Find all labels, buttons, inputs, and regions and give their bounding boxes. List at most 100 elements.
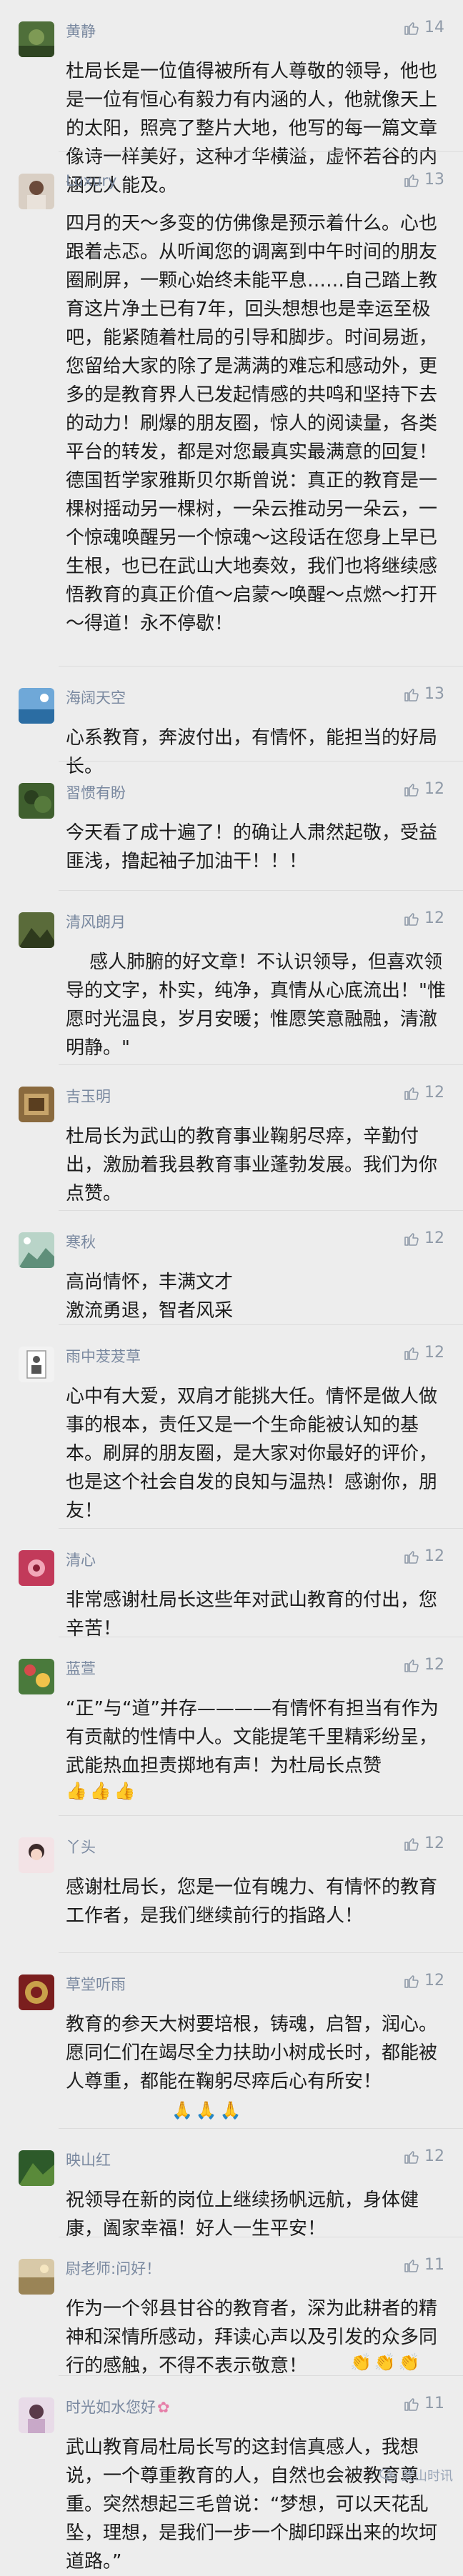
comment-item: Luxury 13 四月的天～多变的仿佛像是预示着什么。心也跟着忐忑。从听闻您的… — [0, 152, 463, 667]
avatar[interactable] — [19, 21, 54, 57]
like-count: 12 — [424, 1547, 444, 1565]
comment-item: 海阔天空 13 心系教育，奔波付出，有情怀，能担当的好局长。 — [0, 667, 463, 777]
like-count: 12 — [424, 909, 444, 927]
comment-item: 清风朗月 12 感人肺腑的好文章！不认识领导，但喜欢领导的文字，朴实，纯净，真情… — [0, 891, 463, 1065]
clapping-emoji-row: 👏 👏 👏 — [350, 2352, 420, 2373]
thumbs-up-icon — [404, 1837, 419, 1851]
avatar[interactable] — [19, 2397, 54, 2433]
comment-text: 祝领导在新的岗位上继续扬帆远航，身体健康，阖家幸福！好人一生平安！ — [66, 2190, 419, 2240]
watermark-text: 武山时讯 — [402, 2469, 453, 2484]
commenter-name[interactable]: 蓝萱 — [66, 1657, 96, 1679]
like-count: 12 — [424, 1972, 444, 1990]
like-button[interactable]: 12 — [403, 1084, 444, 1102]
comment-text: 高尚情怀，丰满文才 激流勇退，智者风采 — [66, 1272, 234, 1322]
praying-hands-icon: 🙏 — [195, 2100, 217, 2120]
comment-text: “正”与“道”并存————有情怀有担当有作为有贡献的性情中人。文能提笔千里精彩纷… — [66, 1698, 439, 1777]
comment-text: 今天看了成十遍了！的确让人肃然起敬，受益匪浅，撸起袖子加油干！！！ — [66, 822, 438, 872]
avatar[interactable] — [19, 783, 54, 819]
avatar[interactable] — [19, 1975, 54, 2010]
like-button[interactable]: 12 — [403, 909, 444, 927]
commenter-name[interactable]: 清心 — [66, 1549, 96, 1570]
like-button[interactable]: 13 — [403, 171, 444, 189]
thumbs-up-icon — [404, 688, 419, 702]
like-button[interactable]: 12 — [403, 1547, 444, 1565]
avatar[interactable] — [19, 2259, 54, 2295]
praying-hands-icon: 🙏 — [219, 2100, 242, 2120]
like-count: 12 — [424, 1834, 444, 1852]
commenter-name[interactable]: 海阔天空 — [66, 687, 126, 708]
comment-item: 寒秋 12 高尚情怀，丰满文才 激流勇退，智者风采 — [0, 1211, 463, 1325]
thumbs-up-icon — [404, 21, 419, 35]
avatar[interactable] — [19, 912, 54, 948]
commenter-name[interactable]: 清风朗月 — [66, 911, 126, 932]
thumbs-up-icon — [404, 1232, 419, 1246]
like-button[interactable]: 12 — [403, 2147, 444, 2165]
like-button[interactable]: 12 — [403, 1656, 444, 1674]
like-count: 12 — [424, 2147, 444, 2165]
like-count: 13 — [424, 685, 444, 703]
commenter-name[interactable]: 草堂听雨 — [66, 1973, 126, 1995]
like-count: 11 — [424, 2256, 444, 2274]
praying-hands-emoji-row: 🙏 🙏 🙏 — [171, 2100, 242, 2121]
like-button[interactable]: 12 — [403, 1834, 444, 1852]
comment-item: 習惯有盼 12 今天看了成十遍了！的确让人肃然起敬，受益匪浅，撸起袖子加油干！！… — [0, 762, 463, 891]
like-count: 12 — [424, 1084, 444, 1102]
avatar[interactable] — [19, 2150, 54, 2186]
like-count: 12 — [424, 780, 444, 798]
comment-item: 吉玉明 12 杜局长为武山的教育事业鞠躬尽瘁，辛勤付出，激励着我县教育事业蓬勃发… — [0, 1065, 463, 1211]
comment-text: 杜局长为武山的教育事业鞠躬尽瘁，辛勤付出，激励着我县教育事业蓬勃发展。我们为你点… — [66, 1126, 438, 1204]
commenter-name[interactable]: 丫头 — [66, 1836, 96, 1857]
like-button[interactable]: 12 — [403, 1972, 444, 1990]
commenter-name[interactable]: 映山红 — [66, 2149, 111, 2170]
commenter-name[interactable]: 雨中茇茇草 — [66, 1345, 141, 1367]
comment-item: 丫头 12 感谢杜局长，您是一位有魄力、有情怀的教育工作者，是我们继续前行的指路… — [0, 1816, 463, 1953]
like-count: 13 — [424, 171, 444, 189]
commenter-name[interactable]: 習惯有盼 — [66, 782, 126, 803]
avatar[interactable] — [19, 1232, 54, 1268]
thumbs-up-icon — [404, 2150, 419, 2164]
watermark: 武山时讯 — [379, 2466, 453, 2485]
thumbs-up-icon — [404, 1659, 419, 1672]
comment-text: 感人肺腑的好文章！不认识领导，但喜欢领导的文字，朴实，纯净，真情从心底流出！"惟… — [66, 952, 446, 1059]
thumbs-up-icon — [404, 783, 419, 797]
avatar[interactable] — [19, 688, 54, 724]
comment-text: 感谢杜局长，您是一位有魄力、有情怀的教育工作者，是我们继续前行的指路人！ — [66, 1877, 438, 1927]
like-button[interactable]: 12 — [403, 1229, 444, 1247]
like-button[interactable]: 12 — [403, 780, 444, 798]
avatar[interactable] — [19, 1550, 54, 1586]
comment-item: 蓝萱 12 “正”与“道”并存————有情怀有担当有作为有贡献的性情中人。文能提… — [0, 1637, 463, 1816]
avatar[interactable] — [19, 174, 54, 209]
clapping-hands-icon: 👏 — [350, 2352, 372, 2372]
commenter-name[interactable]: 尉老师:问好！ — [66, 2257, 161, 2279]
wechat-logo-icon — [379, 2468, 397, 2482]
thumbs-up-icon — [404, 1550, 419, 1564]
thumbs-up-icon — [404, 2259, 419, 2272]
flower-icon: ✿ — [157, 2399, 170, 2416]
like-count: 12 — [424, 1344, 444, 1362]
like-button[interactable]: 11 — [403, 2395, 444, 2412]
like-button[interactable]: 12 — [403, 1344, 444, 1362]
thumbs-up-icon — [404, 1087, 419, 1100]
commenter-name[interactable]: 吉玉明 — [66, 1085, 111, 1107]
thumbs-up-icon — [404, 2397, 419, 2411]
commenter-name[interactable]: Luxury — [66, 172, 116, 189]
avatar[interactable] — [19, 1837, 54, 1873]
clapping-hands-icon: 👏 — [398, 2352, 420, 2372]
clapping-hands-icon: 👏 — [374, 2352, 396, 2372]
comment-item: 黄静 14 杜局长是一位值得被所有人尊敬的领导，他也是一位有恒心有毅力有内涵的人… — [0, 0, 463, 196]
thumbs-up-emoji-icon: 👍 — [114, 1781, 136, 1801]
commenter-name[interactable]: 黄静 — [66, 20, 96, 41]
avatar[interactable] — [19, 1659, 54, 1694]
avatar[interactable] — [19, 1347, 54, 1382]
thumbs-up-emoji-icon: 👍 — [66, 1781, 87, 1801]
commenter-name[interactable]: 时光如水您好✿ — [66, 2396, 170, 2417]
comment-item: 映山红 12 祝领导在新的岗位上继续扬帆远航，身体健康，阖家幸福！好人一生平安！ — [0, 2129, 463, 2240]
comment-text: 非常感谢杜局长这些年对武山教育的付出，您辛苦！ — [66, 1589, 438, 1639]
like-button[interactable]: 11 — [403, 2256, 444, 2274]
comment-text: 心中有大爱，双肩才能挑大任。情怀是做人做事的根本，责任又是一个生命能被认知的基本… — [66, 1386, 438, 1522]
thumbs-up-icon — [404, 1975, 419, 1988]
like-button[interactable]: 13 — [403, 685, 444, 703]
avatar[interactable] — [19, 1087, 54, 1122]
commenter-name[interactable]: 寒秋 — [66, 1231, 96, 1252]
like-button[interactable]: 14 — [403, 19, 444, 36]
